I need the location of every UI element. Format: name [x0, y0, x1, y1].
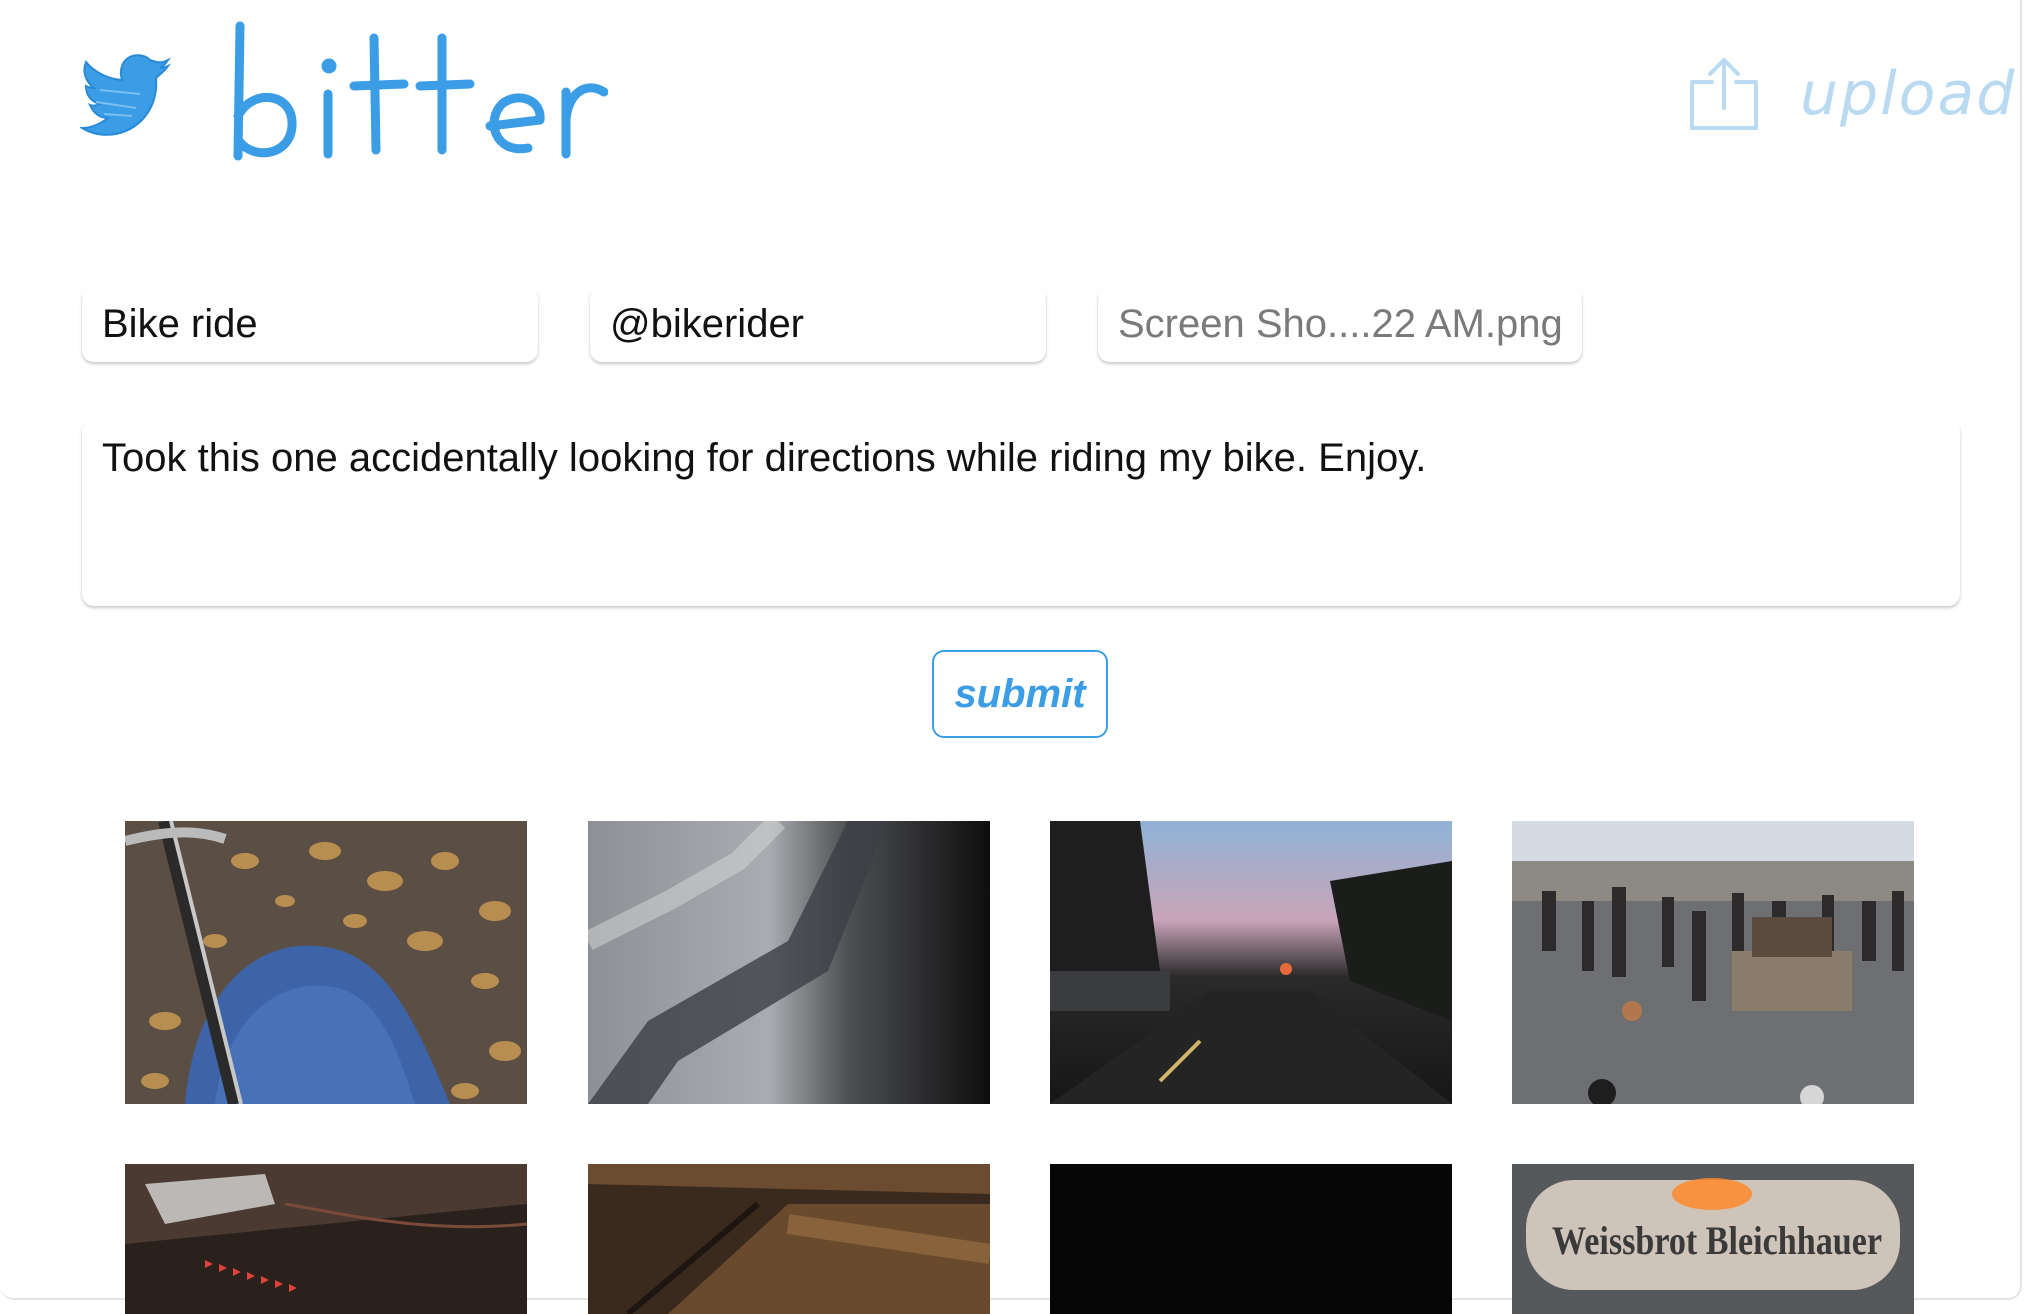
thumbnail-illuminated-sign[interactable]: Weissbrot Bleichhauer [1512, 1164, 1914, 1314]
thumbnail-dark-black-photo[interactable] [1050, 1164, 1452, 1314]
thumbnail-dim-wooden-surface[interactable] [588, 1164, 990, 1314]
brand-logo [233, 21, 608, 161]
title-input[interactable]: Bike ride [82, 286, 538, 362]
bird-logo-icon [80, 54, 171, 136]
thumbnail-outdoor-gathering-crowd[interactable] [1512, 821, 1914, 1104]
file-input[interactable]: Screen Sho....22 AM.png [1098, 286, 1582, 362]
message-textarea[interactable]: Took this one accidentally looking for d… [82, 420, 1960, 606]
thumbnail-bike-knee-leaves[interactable] [125, 821, 527, 1104]
upload-icon [1690, 58, 1758, 130]
sign-text: Weissbrot Bleichhauer [1552, 1218, 1882, 1263]
submit-button[interactable]: submit [932, 650, 1108, 738]
thumbnail-blurry-fabric-pattern[interactable] [588, 821, 990, 1104]
upload-button[interactable]: upload [1688, 54, 2016, 134]
thumbnail-blurry-night-light[interactable] [125, 1164, 527, 1314]
thumbnail-street-at-sunset[interactable] [1050, 821, 1452, 1104]
upload-label: upload [1800, 59, 2017, 129]
handle-input[interactable]: @bikerider [590, 286, 1046, 362]
